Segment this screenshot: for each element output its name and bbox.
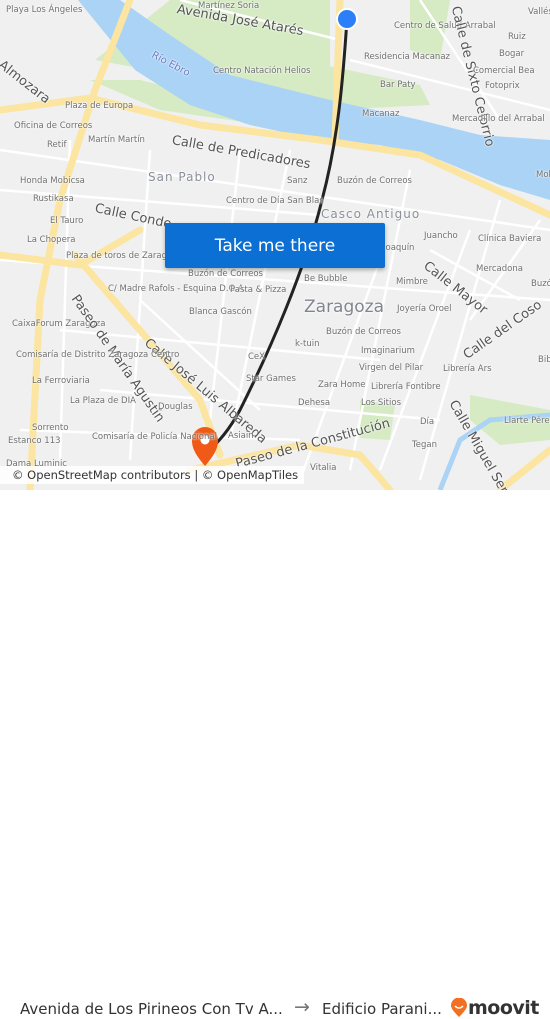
map-label: Buzón	[531, 279, 550, 289]
map-label: Juancho	[424, 231, 458, 241]
map-label: Joaquín	[383, 243, 415, 253]
map-label: La Ferroviaria	[32, 376, 90, 386]
map-label: Zaragoza	[304, 297, 385, 317]
destination-name: Edificio Parani...	[322, 1000, 442, 1018]
map-label: El Tauro	[50, 216, 84, 226]
map-label: Virgen del Pilar	[359, 363, 424, 373]
map-label: Sorrento	[32, 423, 69, 433]
map[interactable]: Martínez Soria Avenida José Atarés Playa L…	[0, 0, 550, 490]
map-label: Retif	[47, 140, 67, 150]
map-label: Buzón de Correos	[337, 176, 412, 186]
map-label: Playa Los Ángeles	[6, 5, 83, 15]
map-label: Be Bubble	[304, 274, 348, 284]
map-label: Plaza de Europa	[65, 101, 134, 111]
map-label: Librería Ars	[443, 364, 492, 374]
map-label: Mimbre	[396, 277, 428, 287]
map-label: Día	[420, 417, 435, 427]
map-label: CeX	[248, 352, 265, 362]
map-label: Bogar	[499, 49, 525, 59]
map-attribution[interactable]: © OpenStreetMap contributors | © OpenMap…	[0, 466, 305, 484]
map-label: Sanz	[287, 176, 308, 186]
map-label: Martín Martín	[88, 135, 145, 145]
map-label: Los Sitios	[361, 398, 401, 408]
moovit-wordmark: moovit	[468, 997, 539, 1019]
map-label: Dehesa	[298, 398, 331, 408]
map-label: Fotoprix	[485, 81, 520, 91]
map-label: San Pablo	[148, 170, 216, 184]
map-label: Buzón de Correos	[326, 327, 401, 337]
map-label: Pasta & Pizza	[230, 285, 287, 295]
moovit-pin-icon	[451, 998, 467, 1017]
arrow-right-icon: →	[294, 996, 310, 1018]
map-label: Comisaría de Policía Nacional	[92, 432, 217, 442]
map-label: Star Games	[246, 374, 296, 384]
footer-bar: Avenida de Los Pirineos Con Tv A... → Ed…	[0, 490, 550, 1019]
map-label: Mercadona	[476, 264, 523, 274]
map-label: Joyería Oroel	[397, 304, 452, 314]
map-label: Casco Antiguo	[321, 207, 421, 221]
map-label: Douglas	[158, 402, 193, 412]
map-label: Llarte Pérez Manuela	[504, 416, 550, 426]
map-label: Vallés	[528, 7, 550, 17]
map-label: Librería Fontibre	[371, 382, 441, 392]
map-label: Rustikasa	[33, 194, 74, 204]
take-me-there-button[interactable]: Take me there	[165, 223, 385, 268]
map-label: Centro de Día San Blas	[226, 196, 324, 206]
map-label: Blanca Gascón	[189, 307, 252, 317]
map-label: Vitalia	[310, 463, 337, 473]
map-label: Buzón de Correos	[188, 269, 263, 279]
map-label: Imaginarium	[361, 346, 415, 356]
map-label: La Chopera	[27, 235, 76, 245]
map-label: Mercadillo del Arrabal	[452, 114, 545, 124]
map-label: Zara Home	[318, 380, 366, 390]
origin-stop-name: Avenida de Los Pirineos Con Tv A...	[20, 1000, 283, 1018]
map-label: Tegan	[412, 440, 437, 450]
map-label: Bar Paty	[380, 80, 416, 90]
map-label: Residencia Macanaz	[364, 52, 450, 62]
map-label: Oficina de Correos	[14, 121, 93, 131]
map-label: k-tuin	[295, 339, 320, 349]
map-label: Mol San	[536, 170, 550, 180]
moovit-logo: moovit	[450, 997, 539, 1019]
map-label: Asiain	[228, 431, 254, 441]
map-label: Centro de Salud Arrabal	[394, 21, 496, 31]
map-label: Honda Mobicsa	[20, 176, 85, 186]
map-label: C/ Madre Rafols - Esquina D.G.A.	[108, 284, 247, 294]
map-label: Estanco 113	[8, 436, 61, 446]
map-label: Macanaz	[362, 109, 400, 119]
map-label: La Plaza de DIA	[70, 396, 136, 406]
map-label: Centro Natación Helios	[213, 66, 311, 76]
map-label: Clínica Baviera	[478, 234, 542, 244]
map-label: Ruiz	[508, 32, 526, 42]
map-label: Bib	[538, 355, 550, 365]
map-label: Comercial Bea	[473, 66, 535, 76]
map-label: Comisaría de Distrito Zaragoza Centro	[16, 350, 180, 360]
origin-blue-dot-icon[interactable]	[336, 8, 358, 30]
